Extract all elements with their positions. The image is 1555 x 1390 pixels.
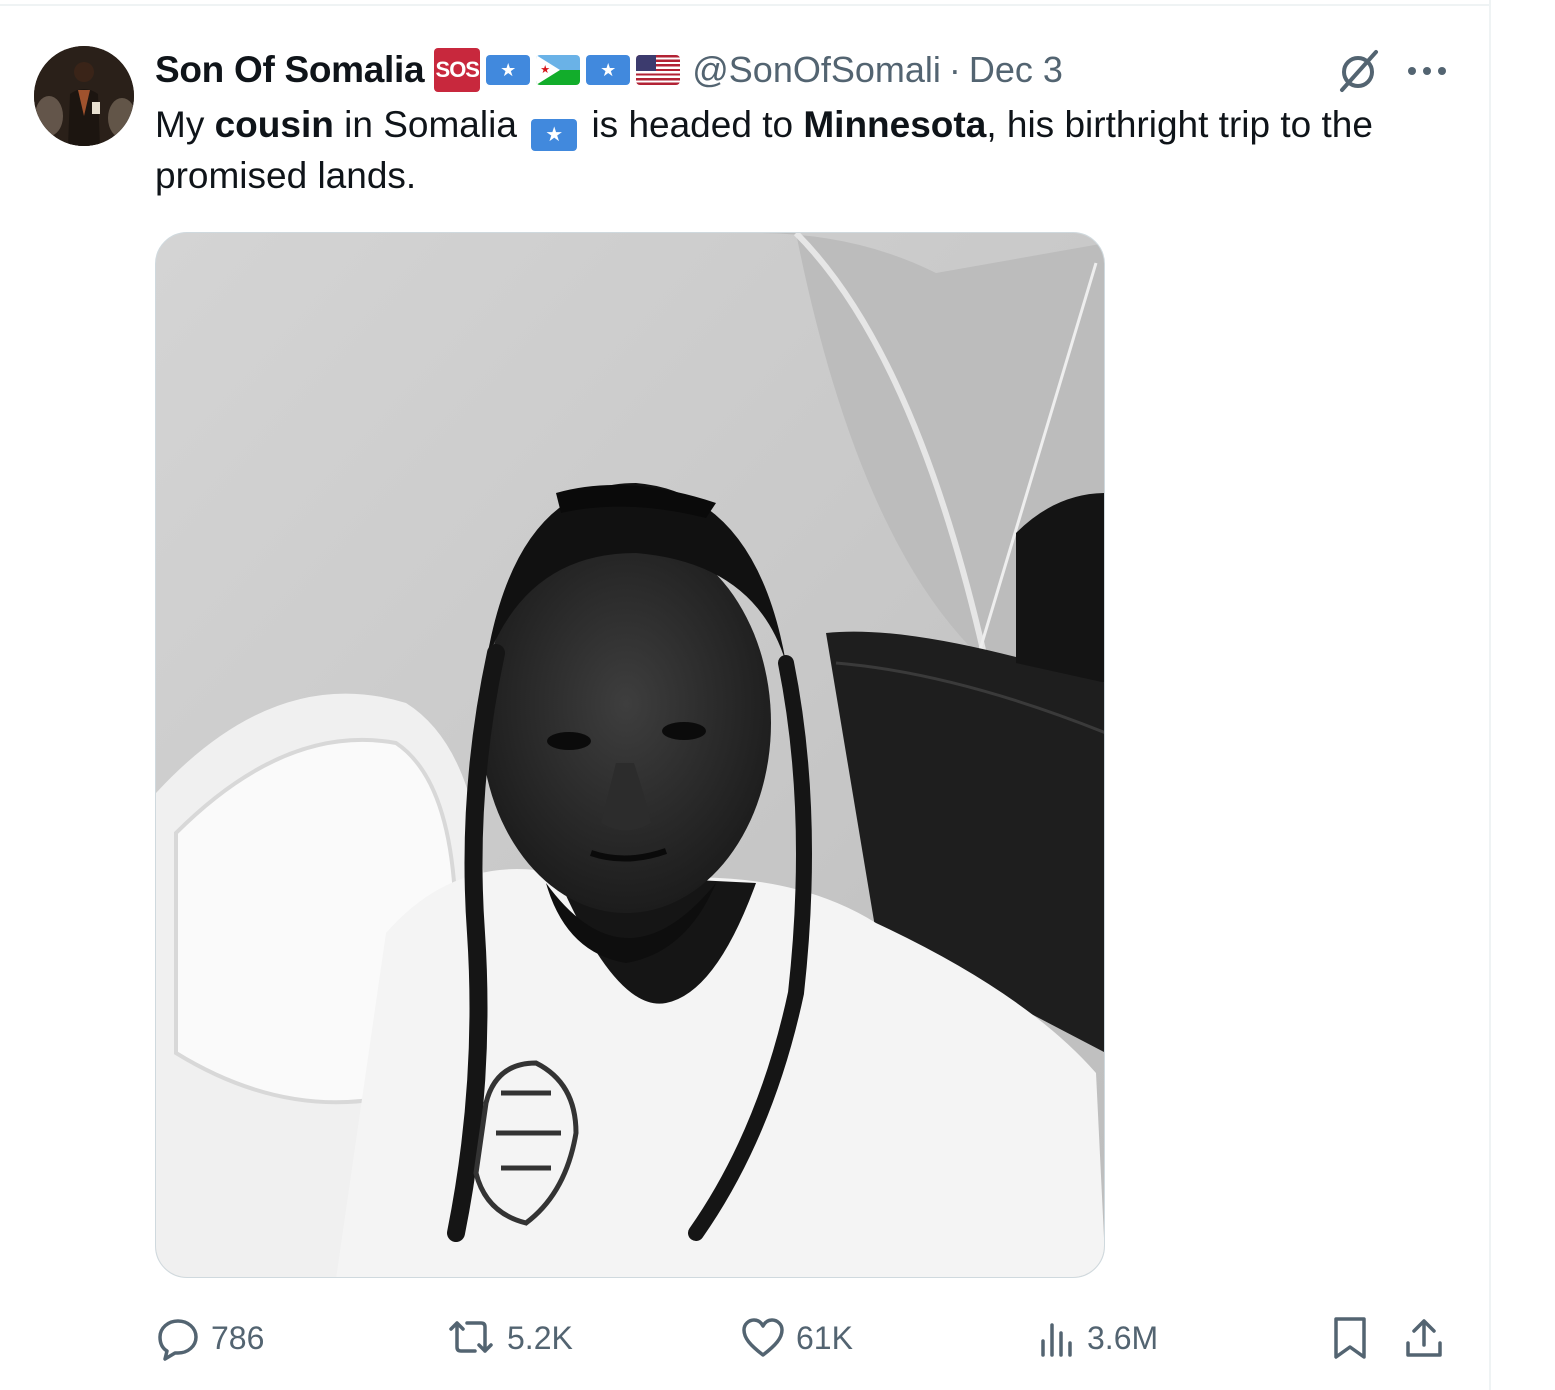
more-options-icon[interactable]	[1404, 58, 1450, 84]
tweet-text-bold: Minnesota	[803, 104, 987, 145]
display-name[interactable]: Son Of Somalia	[155, 49, 425, 91]
sos-badge: SOS	[434, 48, 481, 92]
action-bar: 786 5.2K 61K 3.6M	[155, 1310, 1455, 1366]
tweet-text-part: My	[155, 104, 215, 145]
handle[interactable]: @SonOfSomali	[692, 49, 941, 91]
badge-row: SOS ★ ★ ★	[434, 48, 681, 92]
bookmark-icon	[1334, 1317, 1366, 1359]
tweet-text-bold: cousin	[214, 104, 334, 145]
right-divider	[1489, 0, 1491, 1390]
somalia-flag-icon: ★	[486, 55, 531, 85]
tweet-photo[interactable]	[155, 232, 1105, 1278]
reply-count: 786	[211, 1319, 265, 1356]
usa-flag-icon	[636, 55, 681, 85]
tweet-text-part: in Somalia	[333, 104, 528, 145]
separator-dot: ·	[948, 49, 961, 90]
tweet-text-part: is headed to	[581, 104, 804, 145]
reply-button[interactable]: 786	[155, 1310, 264, 1366]
djibouti-flag-icon: ★	[536, 55, 581, 85]
heart-icon	[742, 1318, 784, 1357]
views-button[interactable]: 3.6M	[1037, 1310, 1158, 1366]
avatar[interactable]	[34, 46, 134, 146]
grok-icon[interactable]	[1334, 48, 1384, 94]
repost-button[interactable]: 5.2K	[445, 1310, 573, 1366]
share-icon	[1406, 1319, 1442, 1357]
repost-icon	[449, 1321, 493, 1353]
like-button[interactable]: 61K	[740, 1310, 853, 1366]
tweet-date[interactable]: Dec 3	[969, 49, 1063, 91]
reply-icon	[158, 1319, 198, 1361]
tweet-text: My cousin in Somalia ★ is headed to Minn…	[155, 100, 1455, 201]
somalia-flag-icon: ★	[531, 119, 578, 151]
views-icon	[1041, 1323, 1072, 1357]
repost-count: 5.2K	[507, 1319, 573, 1356]
top-divider	[0, 4, 1490, 6]
somalia-flag-icon: ★	[586, 55, 631, 85]
tweet-header: Son Of Somalia SOS ★ ★ ★ @SonOfSomali · …	[155, 46, 1063, 94]
view-count: 3.6M	[1087, 1319, 1159, 1356]
share-button[interactable]	[1403, 1310, 1445, 1366]
like-count: 61K	[796, 1319, 853, 1356]
bookmark-button[interactable]	[1330, 1310, 1370, 1366]
